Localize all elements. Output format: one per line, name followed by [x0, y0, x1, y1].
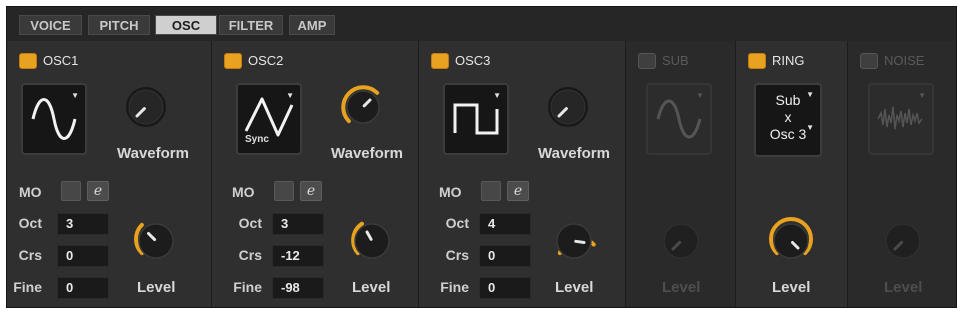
dropdown-arrow-icon: ▼	[696, 91, 704, 100]
osc1-oct-field[interactable]: 3	[57, 213, 109, 235]
tab-osc[interactable]: OSC	[155, 15, 217, 35]
tab-pitch[interactable]: PITCH	[88, 15, 150, 35]
osc2-fine-field[interactable]: -98	[272, 277, 324, 299]
dropdown-arrow-icon: ▼	[493, 91, 501, 100]
osc1-level-knob[interactable]	[129, 214, 183, 268]
osc2-section: OSC2 ▼ Sync Waveform MO e Oct 3 Crs -12 …	[212, 41, 419, 307]
osc3-crs-label: Crs	[445, 247, 469, 263]
ring-source-selector[interactable]: Sub x Osc 3 ▼ ▼	[754, 83, 822, 157]
osc2-waveform-label: Waveform	[331, 145, 403, 162]
dropdown-arrow-icon: ▼	[71, 91, 79, 100]
osc2-sync-label: Sync	[245, 134, 269, 145]
osc3-level-knob[interactable]	[547, 214, 601, 268]
sub-level-label: Level	[662, 279, 701, 296]
osc2-toggle[interactable]	[224, 53, 242, 69]
osc1-title: OSC1	[43, 53, 79, 68]
ring-title: RING	[772, 53, 805, 68]
noise-section: NOISE ▼ Level	[848, 41, 956, 307]
tab-amp[interactable]: AMP	[289, 15, 335, 35]
osc3-oct-field[interactable]: 4	[479, 213, 531, 235]
osc1-level-label: Level	[137, 279, 176, 296]
osc3-level-label: Level	[555, 279, 594, 296]
osc2-fine-label: Fine	[233, 279, 262, 295]
osc3-oct-label: Oct	[445, 215, 469, 231]
osc2-waveform-knob[interactable]	[338, 82, 388, 132]
dropdown-arrow-icon: ▼	[806, 90, 814, 99]
ring-level-knob[interactable]	[764, 214, 818, 268]
noise-toggle[interactable]	[860, 53, 878, 69]
osc1-section: OSC1 ▼ Waveform MO e Oct 3 Crs 0 Fine 0 …	[7, 41, 212, 307]
osc1-fine-label: Fine	[13, 279, 42, 295]
ring-section: RING Sub x Osc 3 ▼ ▼ Level	[736, 41, 848, 307]
osc2-title: OSC2	[248, 53, 284, 68]
osc2-level-label: Level	[352, 279, 391, 296]
osc-panel: VOICE PITCH OSC FILTER AMP OSC1 ▼ Wavefo…	[6, 6, 957, 308]
dropdown-arrow-icon: ▼	[918, 91, 926, 100]
osc2-oct-label: Oct	[238, 215, 262, 231]
osc1-mo-label: MO	[19, 184, 42, 200]
osc2-mo-button[interactable]	[274, 181, 294, 201]
osc3-title: OSC3	[455, 53, 491, 68]
sub-section: SUB ▼ Level	[626, 41, 736, 307]
osc3-section: OSC3 ▼ Waveform MO e Oct 4 Crs 0 Fine 0 …	[419, 41, 626, 307]
noise-level-knob[interactable]	[876, 214, 930, 268]
osc1-waveform-selector[interactable]: ▼	[21, 83, 87, 155]
osc2-crs-label: Crs	[238, 247, 262, 263]
osc3-toggle[interactable]	[431, 53, 449, 69]
osc3-fine-field[interactable]: 0	[479, 277, 531, 299]
dropdown-arrow-icon: ▼	[286, 91, 294, 100]
sub-level-knob[interactable]	[654, 214, 708, 268]
osc2-mo-label: MO	[232, 184, 255, 200]
osc1-waveform-knob[interactable]	[121, 82, 171, 132]
osc1-crs-field[interactable]: 0	[57, 245, 109, 267]
osc3-mo-label: MO	[439, 184, 462, 200]
osc3-fine-label: Fine	[440, 279, 469, 295]
osc3-waveform-knob[interactable]	[543, 82, 593, 132]
dropdown-arrow-icon: ▼	[806, 123, 814, 132]
osc2-waveform-selector[interactable]: ▼ Sync	[236, 83, 302, 155]
sub-title: SUB	[662, 53, 689, 68]
osc1-mo-button[interactable]	[61, 181, 81, 201]
ring-toggle[interactable]	[748, 53, 766, 69]
tab-filter[interactable]: FILTER	[219, 15, 283, 35]
tab-voice[interactable]: VOICE	[19, 15, 82, 35]
osc1-oct-label: Oct	[18, 215, 42, 231]
osc2-crs-field[interactable]: -12	[272, 245, 324, 267]
osc3-mo-button[interactable]	[481, 181, 501, 201]
osc2-oct-field[interactable]: 3	[272, 213, 324, 235]
noise-level-label: Level	[884, 279, 923, 296]
osc1-toggle[interactable]	[19, 53, 37, 69]
osc1-crs-label: Crs	[18, 247, 42, 263]
osc3-edit-button[interactable]: e	[507, 181, 529, 201]
osc2-edit-button[interactable]: e	[300, 181, 322, 201]
osc3-crs-field[interactable]: 0	[479, 245, 531, 267]
osc1-fine-field[interactable]: 0	[57, 277, 109, 299]
sub-waveform-selector[interactable]: ▼	[646, 83, 712, 155]
sub-toggle[interactable]	[638, 53, 656, 69]
osc1-edit-button[interactable]: e	[87, 181, 109, 201]
ring-level-label: Level	[772, 279, 811, 296]
osc2-level-knob[interactable]	[345, 214, 399, 268]
noise-title: NOISE	[884, 53, 925, 68]
osc3-waveform-label: Waveform	[538, 145, 610, 162]
osc3-waveform-selector[interactable]: ▼	[443, 83, 509, 155]
noise-waveform-selector[interactable]: ▼	[868, 83, 934, 155]
osc1-waveform-label: Waveform	[117, 145, 189, 162]
tab-bar: VOICE PITCH OSC FILTER AMP	[7, 7, 956, 42]
